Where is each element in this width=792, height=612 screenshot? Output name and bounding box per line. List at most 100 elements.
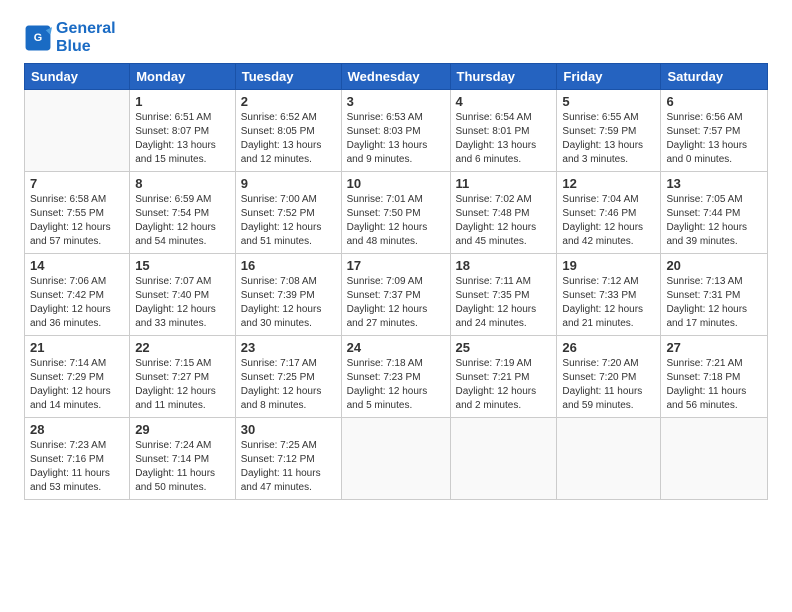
day-info: Sunrise: 7:11 AM Sunset: 7:35 PM Dayligh… [456,275,552,331]
calendar-cell: 22 Sunrise: 7:15 AM Sunset: 7:27 PM Dayli… [130,336,236,418]
day-info: Sunrise: 7:14 AM Sunset: 7:29 PM Dayligh… [30,357,124,413]
calendar-cell: 19 Sunrise: 7:12 AM Sunset: 7:33 PM Dayli… [557,254,661,336]
calendar-table: SundayMondayTuesdayWednesdayThursdayFrid… [24,63,768,500]
day-info: Sunrise: 7:19 AM Sunset: 7:21 PM Dayligh… [456,357,552,413]
day-number: 25 [456,340,552,355]
calendar-cell: 10Sunrise: 7:01 AM Sunset: 7:50 PM Dayli… [341,172,450,254]
day-number: 29 [135,422,230,437]
calendar-cell: 14 Sunrise: 7:06 AM Sunset: 7:42 PM Dayli… [25,254,130,336]
day-number: 23 [241,340,336,355]
calendar-cell: 12Sunrise: 7:04 AM Sunset: 7:46 PM Dayli… [557,172,661,254]
calendar-cell: 16 Sunrise: 7:08 AM Sunset: 7:39 PM Dayli… [235,254,341,336]
calendar-header-row: SundayMondayTuesdayWednesdayThursdayFrid… [25,64,768,90]
calendar-cell: 17Sunrise: 7:09 AM Sunset: 7:37 PM Dayli… [341,254,450,336]
day-number: 13 [666,176,762,191]
day-info: Sunrise: 7:08 AM Sunset: 7:39 PM Dayligh… [241,275,336,331]
day-info: Sunrise: 7:06 AM Sunset: 7:42 PM Dayligh… [30,275,124,331]
page-header: G General Blue [24,20,768,55]
calendar-cell: 3 Sunrise: 6:53 AM Sunset: 8:03 PM Daylig… [341,90,450,172]
day-info: Sunrise: 6:53 AM Sunset: 8:03 PM Dayligh… [347,111,445,167]
day-number: 15 [135,258,230,273]
day-number: 30 [241,422,336,437]
day-number: 11 [456,176,552,191]
calendar-cell: 5 Sunrise: 6:55 AM Sunset: 7:59 PM Daylig… [557,90,661,172]
svg-text:G: G [34,32,42,44]
day-info: Sunrise: 6:59 AM Sunset: 7:54 PM Dayligh… [135,193,230,249]
day-info: Sunrise: 7:15 AM Sunset: 7:27 PM Dayligh… [135,357,230,413]
calendar-cell: 24Sunrise: 7:18 AM Sunset: 7:23 PM Dayli… [341,336,450,418]
calendar-cell [25,90,130,172]
calendar-cell [661,418,768,500]
calendar-cell: 6Sunrise: 6:56 AM Sunset: 7:57 PM Daylig… [661,90,768,172]
calendar-cell: 23 Sunrise: 7:17 AM Sunset: 7:25 PM Dayli… [235,336,341,418]
day-number: 21 [30,340,124,355]
weekday-header: Friday [557,64,661,90]
calendar-cell: 18Sunrise: 7:11 AM Sunset: 7:35 PM Dayli… [450,254,557,336]
day-info: Sunrise: 6:55 AM Sunset: 7:59 PM Dayligh… [562,111,655,167]
logo-icon: G [24,24,52,52]
weekday-header: Sunday [25,64,130,90]
day-number: 4 [456,94,552,109]
calendar-cell: 20Sunrise: 7:13 AM Sunset: 7:31 PM Dayli… [661,254,768,336]
day-number: 1 [135,94,230,109]
day-number: 22 [135,340,230,355]
day-number: 28 [30,422,124,437]
calendar-cell: 27 Sunrise: 7:21 AM Sunset: 7:18 PM Dayli… [661,336,768,418]
day-info: Sunrise: 7:23 AM Sunset: 7:16 PM Dayligh… [30,439,124,495]
calendar-cell: 11 Sunrise: 7:02 AM Sunset: 7:48 PM Dayli… [450,172,557,254]
weekday-header: Thursday [450,64,557,90]
day-number: 17 [347,258,445,273]
day-number: 26 [562,340,655,355]
day-info: Sunrise: 7:20 AM Sunset: 7:20 PM Dayligh… [562,357,655,413]
calendar-cell: 7Sunrise: 6:58 AM Sunset: 7:55 PM Daylig… [25,172,130,254]
day-number: 14 [30,258,124,273]
day-info: Sunrise: 7:12 AM Sunset: 7:33 PM Dayligh… [562,275,655,331]
calendar-cell: 15 Sunrise: 7:07 AM Sunset: 7:40 PM Dayli… [130,254,236,336]
calendar-week-row: 14 Sunrise: 7:06 AM Sunset: 7:42 PM Dayli… [25,254,768,336]
calendar-week-row: 1 Sunrise: 6:51 AM Sunset: 8:07 PM Daylig… [25,90,768,172]
day-number: 5 [562,94,655,109]
calendar-cell: 25 Sunrise: 7:19 AM Sunset: 7:21 PM Dayli… [450,336,557,418]
day-number: 9 [241,176,336,191]
day-number: 7 [30,176,124,191]
calendar-cell: 4 Sunrise: 6:54 AM Sunset: 8:01 PM Daylig… [450,90,557,172]
calendar-cell: 1 Sunrise: 6:51 AM Sunset: 8:07 PM Daylig… [130,90,236,172]
day-info: Sunrise: 7:25 AM Sunset: 7:12 PM Dayligh… [241,439,336,495]
calendar-cell: 13Sunrise: 7:05 AM Sunset: 7:44 PM Dayli… [661,172,768,254]
calendar-cell: 30 Sunrise: 7:25 AM Sunset: 7:12 PM Dayli… [235,418,341,500]
weekday-header: Saturday [661,64,768,90]
calendar-cell: 2Sunrise: 6:52 AM Sunset: 8:05 PM Daylig… [235,90,341,172]
calendar-page: G General Blue SundayMondayTuesdayWednes… [0,0,792,612]
calendar-cell [557,418,661,500]
day-info: Sunrise: 7:21 AM Sunset: 7:18 PM Dayligh… [666,357,762,413]
logo-line2: Blue [56,38,116,56]
day-number: 3 [347,94,445,109]
day-number: 20 [666,258,762,273]
day-info: Sunrise: 7:02 AM Sunset: 7:48 PM Dayligh… [456,193,552,249]
day-number: 27 [666,340,762,355]
day-number: 16 [241,258,336,273]
logo-line1: General [56,20,116,38]
day-info: Sunrise: 7:18 AM Sunset: 7:23 PM Dayligh… [347,357,445,413]
day-info: Sunrise: 7:17 AM Sunset: 7:25 PM Dayligh… [241,357,336,413]
calendar-week-row: 21 Sunrise: 7:14 AM Sunset: 7:29 PM Dayli… [25,336,768,418]
day-info: Sunrise: 7:00 AM Sunset: 7:52 PM Dayligh… [241,193,336,249]
weekday-header: Tuesday [235,64,341,90]
calendar-week-row: 7Sunrise: 6:58 AM Sunset: 7:55 PM Daylig… [25,172,768,254]
calendar-cell: 9 Sunrise: 7:00 AM Sunset: 7:52 PM Daylig… [235,172,341,254]
day-number: 19 [562,258,655,273]
day-info: Sunrise: 6:56 AM Sunset: 7:57 PM Dayligh… [666,111,762,167]
calendar-cell [450,418,557,500]
day-info: Sunrise: 7:07 AM Sunset: 7:40 PM Dayligh… [135,275,230,331]
day-number: 8 [135,176,230,191]
day-info: Sunrise: 6:51 AM Sunset: 8:07 PM Dayligh… [135,111,230,167]
calendar-cell: 26 Sunrise: 7:20 AM Sunset: 7:20 PM Dayli… [557,336,661,418]
day-info: Sunrise: 7:04 AM Sunset: 7:46 PM Dayligh… [562,193,655,249]
weekday-header: Monday [130,64,236,90]
calendar-week-row: 28 Sunrise: 7:23 AM Sunset: 7:16 PM Dayli… [25,418,768,500]
calendar-cell: 29Sunrise: 7:24 AM Sunset: 7:14 PM Dayli… [130,418,236,500]
calendar-cell: 21 Sunrise: 7:14 AM Sunset: 7:29 PM Dayli… [25,336,130,418]
day-info: Sunrise: 6:54 AM Sunset: 8:01 PM Dayligh… [456,111,552,167]
calendar-cell [341,418,450,500]
calendar-cell: 28 Sunrise: 7:23 AM Sunset: 7:16 PM Dayli… [25,418,130,500]
